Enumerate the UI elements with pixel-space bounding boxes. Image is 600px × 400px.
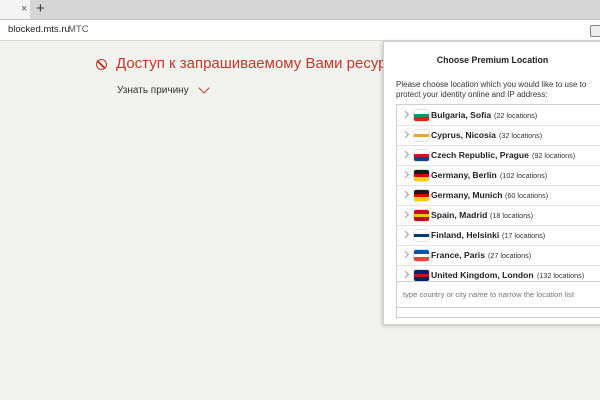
location-item[interactable]: Finland, Helsinki (17 locations) [397,225,600,246]
location-popup: Choose Premium Location Please choose lo… [383,41,600,325]
location-count: (132 locations) [537,271,585,280]
chevron-right-icon[interactable] [401,150,410,159]
flag-icon [414,250,429,261]
flag-icon [414,130,429,141]
url-text[interactable]: blocked.mts.ru [8,24,70,35]
location-item[interactable]: Bulgaria, Sofia (22 locations) [397,105,600,126]
location-name: Spain, Madrid [431,210,488,220]
location-name: Czech Republic, Prague [431,150,529,160]
chevron-down-icon[interactable] [198,82,210,94]
chevron-right-icon[interactable] [401,110,410,119]
location-count: (92 locations) [532,151,576,160]
location-name: Cyprus, Nicosia [431,130,496,140]
location-name: France, Paris [431,250,485,260]
location-count: (18 locations) [490,211,534,220]
chevron-right-icon[interactable] [401,190,410,199]
location-count: (27 locations) [488,251,532,260]
location-count: (60 locations) [505,191,549,200]
flag-icon [414,270,429,281]
location-item[interactable]: Germany, Berlin (102 locations) [397,165,600,186]
location-name: Germany, Munich [431,190,503,200]
location-search-input[interactable] [396,281,600,308]
flag-icon [414,170,429,181]
address-bar[interactable]: blocked.mts.ru МТС [0,20,600,41]
browser-tab[interactable]: × [0,0,30,19]
chevron-right-icon[interactable] [401,270,410,279]
flag-icon [414,230,429,241]
chevron-right-icon[interactable] [401,250,410,259]
location-count: (32 locations) [499,131,543,140]
popup-description: Please choose location which you would l… [396,80,587,99]
chevron-right-icon[interactable] [401,130,410,139]
close-icon[interactable]: × [21,2,27,16]
location-item[interactable]: Cyprus, Nicosia (32 locations) [397,125,600,146]
location-item[interactable]: Spain, Madrid (18 locations) [397,205,600,226]
flag-icon [414,110,429,121]
tab-strip: × + [0,0,600,20]
chevron-right-icon[interactable] [401,210,410,219]
flag-icon [414,150,429,161]
location-name: United Kingdom, London [431,270,534,280]
location-count: (17 locations) [502,231,546,240]
site-identity-label: МТС [68,24,89,35]
location-item[interactable]: Germany, Munich (60 locations) [397,185,600,206]
location-name: Finland, Helsinki [431,230,500,240]
blocked-icon [96,59,107,70]
popup-title: Choose Premium Location [436,55,549,65]
chevron-right-icon[interactable] [401,230,410,239]
chevron-right-icon[interactable] [401,170,410,179]
location-count: (22 locations) [494,111,538,120]
location-name: Bulgaria, Sofia [431,110,492,120]
page-title: Доступ к запрашиваемому Вами ресурсу [116,55,402,72]
learn-reason-link[interactable]: Узнать причину [117,85,189,96]
location-name: Germany, Berlin [431,170,497,180]
flag-icon [414,190,429,201]
extension-icon[interactable] [590,25,600,37]
location-item[interactable]: France, Paris (27 locations) [397,245,600,266]
new-tab-button[interactable]: + [36,0,45,18]
flag-icon [414,210,429,221]
location-item[interactable]: Czech Republic, Prague (92 locations) [397,145,600,166]
location-count: (102 locations) [500,171,548,180]
